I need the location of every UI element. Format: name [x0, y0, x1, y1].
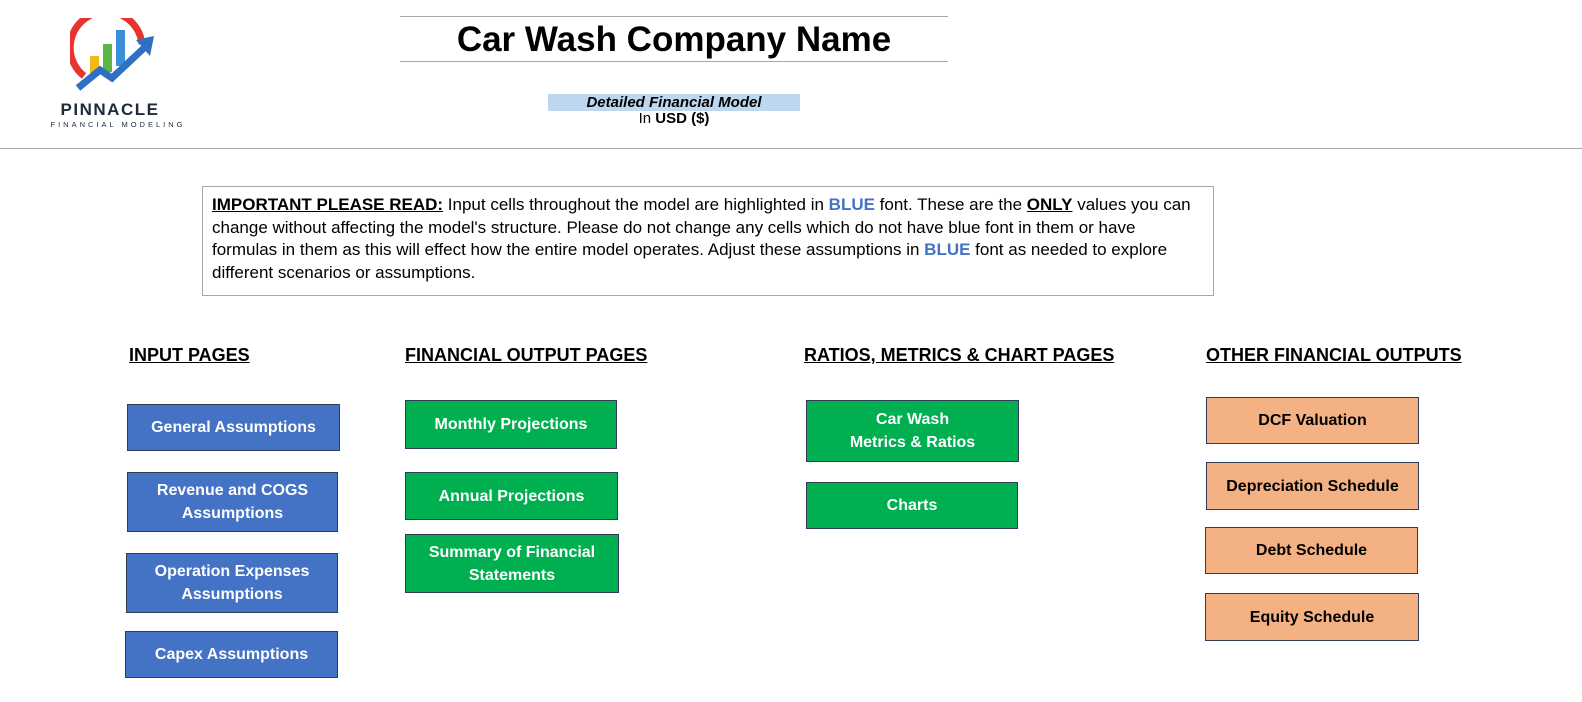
logo-tagline: FINANCIAL MODELING: [50, 120, 186, 129]
charts-button[interactable]: Charts: [806, 482, 1018, 529]
currency-line: In USD ($): [548, 110, 800, 127]
logo-chart-icon: [70, 18, 154, 91]
capex-assumptions-button[interactable]: Capex Assumptions: [125, 631, 338, 678]
notice-only: ONLY: [1026, 195, 1073, 214]
title-bottom-rule: [400, 61, 948, 62]
model-subtitle: Detailed Financial Model: [548, 94, 800, 111]
notice-text-1: Input cells throughout the model are hig…: [443, 195, 829, 214]
annual-projections-button[interactable]: Annual Projections: [405, 472, 618, 520]
car-wash-metrics-ratios-button[interactable]: Car Wash Metrics & Ratios: [806, 400, 1019, 462]
currency-value: USD ($): [655, 110, 710, 127]
summary-financial-statements-button[interactable]: Summary of Financial Statements: [405, 534, 619, 593]
notice-blue-2: BLUE: [924, 240, 971, 259]
title-top-rule: [400, 16, 948, 17]
equity-schedule-button[interactable]: Equity Schedule: [1205, 593, 1419, 641]
pinnacle-logo: PINNACLE FINANCIAL MODELING: [40, 18, 200, 130]
important-notice: IMPORTANT PLEASE READ: Input cells throu…: [202, 186, 1214, 296]
notice-label: IMPORTANT PLEASE READ:: [212, 195, 444, 214]
input-pages-heading: INPUT PAGES: [129, 345, 250, 365]
ratios-metrics-chart-pages-heading: RATIOS, METRICS & CHART PAGES: [804, 345, 1115, 365]
logo-name: PINNACLE: [60, 100, 160, 119]
debt-schedule-button[interactable]: Debt Schedule: [1205, 527, 1418, 574]
financial-output-pages-heading: FINANCIAL OUTPUT PAGES: [405, 345, 648, 365]
general-assumptions-button[interactable]: General Assumptions: [127, 404, 340, 451]
other-financial-outputs-heading: OTHER FINANCIAL OUTPUTS: [1206, 345, 1462, 365]
dcf-valuation-button[interactable]: DCF Valuation: [1206, 397, 1419, 444]
monthly-projections-button[interactable]: Monthly Projections: [405, 400, 617, 449]
depreciation-schedule-button[interactable]: Depreciation Schedule: [1206, 462, 1419, 510]
operation-expenses-assumptions-button[interactable]: Operation Expenses Assumptions: [126, 553, 338, 613]
revenue-cogs-assumptions-button[interactable]: Revenue and COGS Assumptions: [127, 472, 338, 532]
notice-text-2: font. These are the: [874, 195, 1027, 214]
notice-blue-1: BLUE: [828, 195, 875, 214]
page-title: Car Wash Company Name: [456, 20, 892, 59]
header-divider: [0, 148, 1582, 149]
currency-prefix: In: [638, 110, 652, 127]
